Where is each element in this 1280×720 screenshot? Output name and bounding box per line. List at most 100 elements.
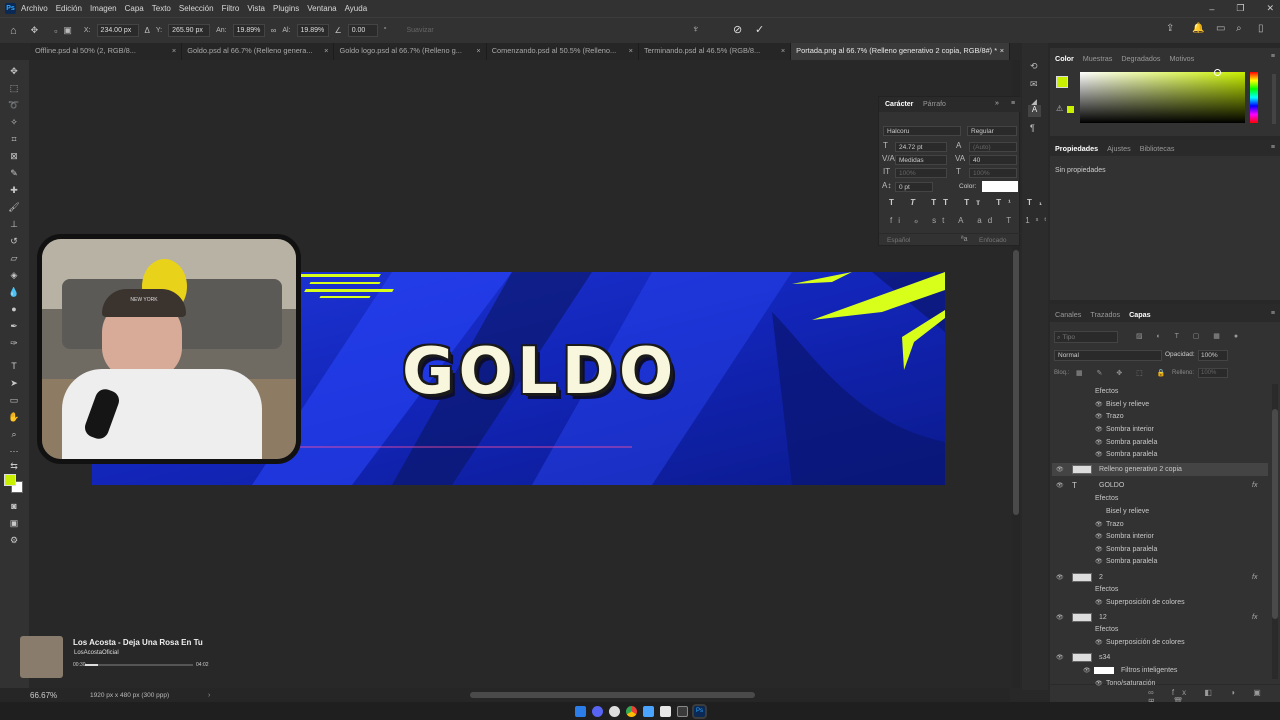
panel-menu-icon[interactable]: ≡	[1271, 53, 1275, 60]
visibility-eye-icon[interactable]: 👁	[1056, 482, 1064, 489]
height-field[interactable]: 19.89%	[296, 24, 329, 37]
tab-comenzando[interactable]: Comenzando.psd al 50.5% (Relleno... ×	[487, 43, 639, 60]
visibility-eye-icon[interactable]: 👁	[1056, 614, 1064, 621]
antialias-select[interactable]: Enfocado	[979, 237, 1006, 244]
visibility-eye-icon[interactable]: 👁	[1095, 680, 1103, 687]
app-icon[interactable]	[643, 705, 654, 717]
visibility-eye-icon[interactable]: 👁	[1083, 667, 1091, 674]
x-field[interactable]: 234.00 px	[96, 24, 139, 37]
width-field[interactable]: 19.89%	[232, 24, 265, 37]
discord-icon[interactable]	[592, 705, 603, 717]
minimize-icon[interactable]: –	[1209, 4, 1214, 14]
tab-layers[interactable]: Capas	[1129, 310, 1151, 322]
menu-filtro[interactable]: Filtro	[222, 4, 240, 13]
layer-effects-icon[interactable]: fx	[1252, 614, 1257, 621]
reference-point-icon[interactable]: ▫	[54, 26, 57, 36]
layer-row[interactable]: 👁 Trazo	[1052, 410, 1268, 423]
menu-plugins[interactable]: Plugins	[273, 4, 299, 13]
menu-imagen[interactable]: Imagen	[90, 4, 117, 13]
share-icon[interactable]: ⇪	[1166, 23, 1174, 34]
magic-wand-tool-icon[interactable]: ✧	[7, 116, 21, 128]
tab-goldo[interactable]: Goldo.psd al 66.7% (Relleno genera... ×	[182, 43, 335, 60]
windows-start-icon[interactable]	[575, 705, 586, 717]
layer-effects-icon[interactable]: fx	[1252, 574, 1257, 581]
tab-patterns[interactable]: Motivos	[1170, 54, 1195, 63]
collapse-icon[interactable]: »	[995, 100, 999, 107]
close-tab-icon[interactable]: ×	[1000, 46, 1004, 57]
visibility-eye-icon[interactable]: 👁	[1095, 426, 1103, 433]
layer-row[interactable]: 👁 Superposición de colores	[1052, 636, 1268, 649]
close-icon[interactable]: ✕	[1266, 3, 1274, 14]
hand-tool-icon[interactable]: ✋	[7, 411, 21, 423]
scrollbar[interactable]	[1272, 74, 1276, 124]
lock-icons[interactable]: ▦ ✎ ✥ ⬚ 🔒	[1076, 369, 1171, 377]
layer-row[interactable]: Efectos	[1052, 492, 1268, 505]
kerning-field[interactable]: Medidas	[895, 155, 947, 165]
visibility-eye-icon[interactable]: 👁	[1095, 521, 1103, 528]
puppet-warp-icon[interactable]: ♆	[692, 24, 700, 35]
swap-colors-icon[interactable]: ⇆	[7, 460, 21, 472]
baseline-field[interactable]: 0 pt	[895, 182, 933, 192]
tab-channels[interactable]: Canales	[1055, 310, 1081, 322]
chrome-icon[interactable]	[626, 705, 637, 717]
language-select[interactable]: Español	[887, 237, 911, 244]
home-icon[interactable]: ⌂	[10, 25, 17, 37]
crop-tool-icon[interactable]: ⌗	[7, 133, 21, 145]
menu-archivo[interactable]: Archivo	[21, 4, 48, 13]
layer-row[interactable]: 👁 s34	[1052, 651, 1268, 664]
tab-adjustments[interactable]: Ajustes	[1107, 144, 1131, 156]
file-explorer-icon[interactable]	[677, 705, 688, 717]
opacity-field[interactable]: 100%	[1198, 350, 1228, 361]
foreground-color-swatch[interactable]	[4, 474, 16, 486]
layer-row[interactable]: 👁 Sombra paralela	[1052, 555, 1268, 568]
path-selection-tool-icon[interactable]: ➤	[7, 377, 21, 389]
zoom-tool-icon[interactable]: ⌕	[7, 428, 21, 440]
font-size-field[interactable]: 24.72 pt	[895, 142, 947, 152]
link-icon[interactable]: ∞	[271, 26, 277, 35]
restore-icon[interactable]: ❐	[1236, 3, 1244, 14]
photoshop-icon[interactable]: Ps	[692, 703, 707, 719]
pen-tool-icon-2[interactable]: ✑	[7, 337, 21, 349]
blend-mode-select[interactable]: Normal	[1054, 350, 1162, 361]
menu-texto[interactable]: Texto	[152, 4, 171, 13]
tab-goldo-logo[interactable]: Goldo logo.psd al 66.7% (Relleno g... ×	[334, 43, 487, 60]
menu-seleccion[interactable]: Selección	[179, 4, 214, 13]
fill-field[interactable]: 100%	[1198, 368, 1228, 378]
font-style-select[interactable]: Regular	[967, 126, 1017, 136]
type-tool-icon[interactable]: T	[7, 360, 21, 372]
frame-tool-icon[interactable]: ⊠	[7, 150, 21, 162]
screen-mode-icon[interactable]: ▣	[7, 517, 21, 529]
layer-effects-icon[interactable]: fx	[1252, 482, 1257, 489]
close-tab-icon[interactable]: ×	[476, 46, 480, 57]
move-tool-icon[interactable]: ✥	[31, 25, 39, 36]
close-tab-icon[interactable]: ×	[629, 46, 633, 57]
panel-menu-icon[interactable]: ≡	[1271, 144, 1275, 151]
obs-icon[interactable]	[609, 705, 620, 717]
tab-properties[interactable]: Propiedades	[1055, 144, 1098, 156]
dodge-tool-icon[interactable]: ●	[7, 303, 21, 315]
bell-icon[interactable]: 🔔	[1192, 23, 1204, 34]
cancel-transform-icon[interactable]: ⊘	[733, 23, 742, 36]
app-icon-2[interactable]	[660, 705, 671, 717]
visibility-eye-icon[interactable]: 👁	[1056, 654, 1064, 661]
menu-vista[interactable]: Vista	[247, 4, 265, 13]
move-tool-icon[interactable]: ✥	[7, 65, 21, 77]
font-family-select[interactable]: Halcoru	[883, 126, 961, 136]
workspace-icon[interactable]: ▭	[1216, 23, 1225, 34]
eyedropper-tool-icon[interactable]: ✎	[7, 167, 21, 179]
visibility-eye-icon[interactable]: 👁	[1095, 533, 1103, 540]
layer-row[interactable]: Efectos	[1052, 583, 1268, 596]
tab-libraries[interactable]: Bibliotecas	[1140, 144, 1175, 156]
quick-mask-icon[interactable]: ◙	[7, 500, 21, 512]
close-tab-icon[interactable]: ×	[324, 46, 328, 57]
visibility-eye-icon[interactable]: 👁	[1056, 574, 1064, 581]
marquee-tool-icon[interactable]: ⬚	[7, 82, 21, 94]
layer-row[interactable]: Efectos	[1052, 623, 1268, 636]
visibility-eye-icon[interactable]: 👁	[1095, 413, 1103, 420]
tab-character[interactable]: Carácter	[885, 101, 913, 108]
panel-menu-icon[interactable]: ≡	[1271, 310, 1275, 317]
tab-color[interactable]: Color	[1055, 54, 1074, 63]
visibility-eye-icon[interactable]: 👁	[1095, 546, 1103, 553]
doc-size[interactable]: 1920 px x 480 px (300 ppp)	[90, 692, 169, 699]
layer-row[interactable]: 👁 Tono/saturación	[1052, 677, 1268, 690]
